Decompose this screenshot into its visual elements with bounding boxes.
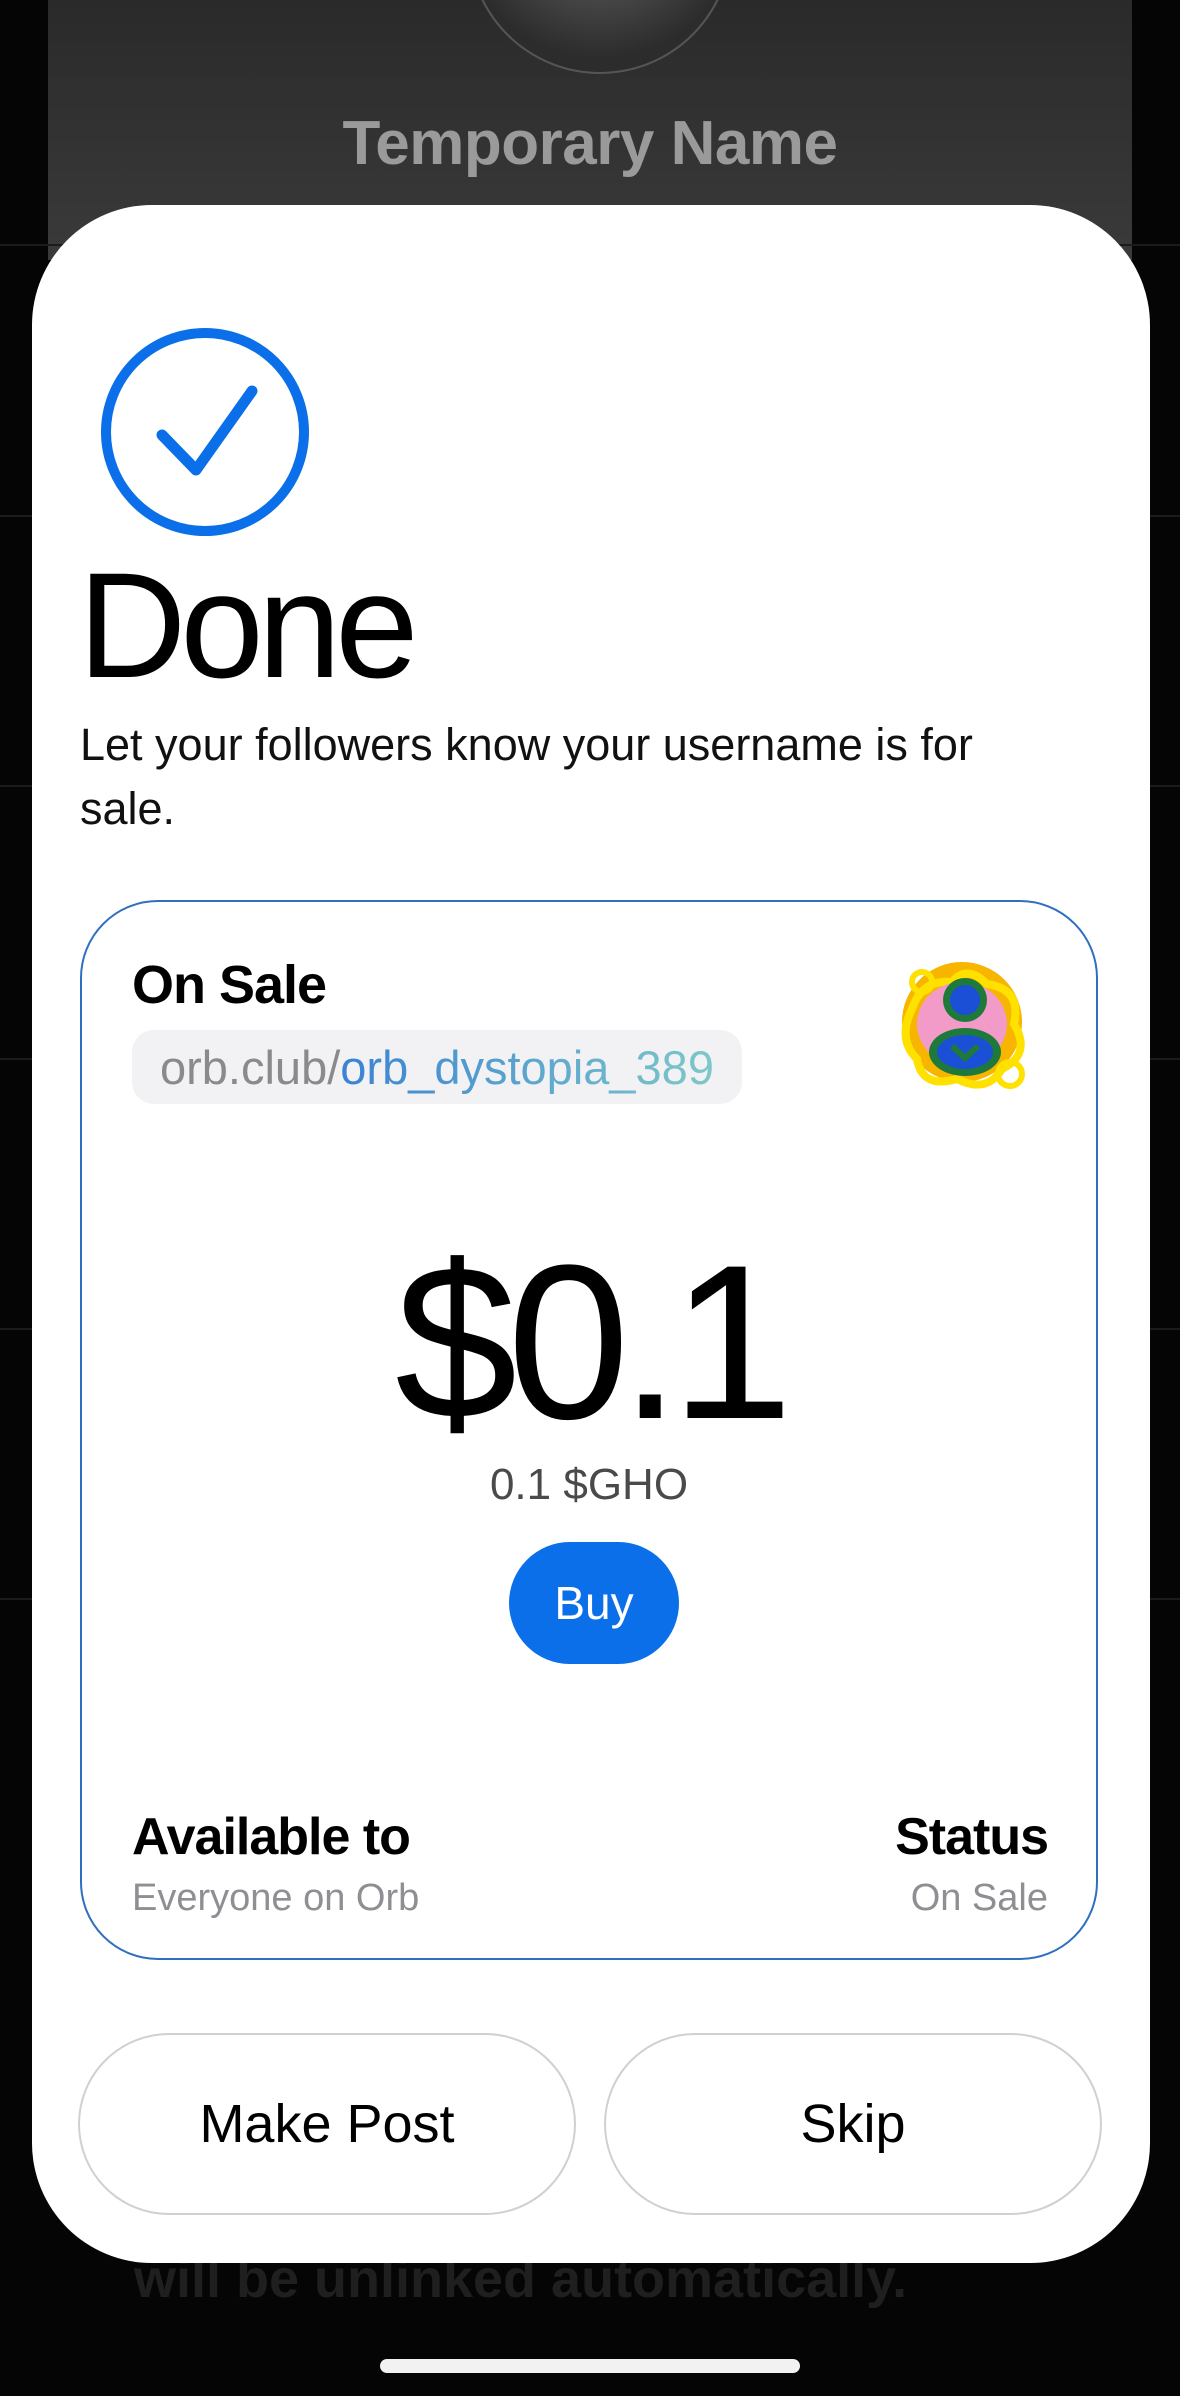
background-avatar [468, 0, 732, 74]
page-subtitle: Let your followers know your username is… [80, 719, 973, 834]
sale-price-token: 0.1 $GHO [489, 1460, 689, 1509]
skip-button[interactable]: Skip [604, 2033, 1102, 2215]
status-value: On Sale [910, 1877, 1048, 1919]
background-profile-name: Temporary Name [342, 109, 838, 178]
page-title: Done [78, 541, 419, 709]
username-sale-card: On Sale orb.club/orb_dystopia_389 $0.1 0… [80, 900, 1098, 1960]
status-label: Status [895, 1808, 1049, 1866]
done-sheet: Done Let your followers know your userna… [32, 205, 1150, 2263]
sale-status-heading: On Sale [132, 955, 327, 1015]
orb-avatar-icon [901, 962, 1025, 1089]
screen: Temporary Name will be unlinked automati… [0, 0, 1180, 2396]
sale-price: $0.1 [394, 1219, 793, 1465]
checkmark-circle-icon [101, 328, 309, 536]
buy-button[interactable]: Buy [509, 1542, 679, 1664]
available-to-label: Available to [132, 1808, 411, 1866]
profile-url-pill[interactable]: orb.club/orb_dystopia_389 [132, 1030, 742, 1104]
url-handle: orb_dystopia_389 [340, 1040, 714, 1094]
available-to-value: Everyone on Orb [132, 1877, 420, 1919]
url-domain: orb.club/ [160, 1040, 341, 1094]
make-post-button[interactable]: Make Post [78, 2033, 576, 2215]
home-indicator[interactable] [380, 2359, 800, 2373]
